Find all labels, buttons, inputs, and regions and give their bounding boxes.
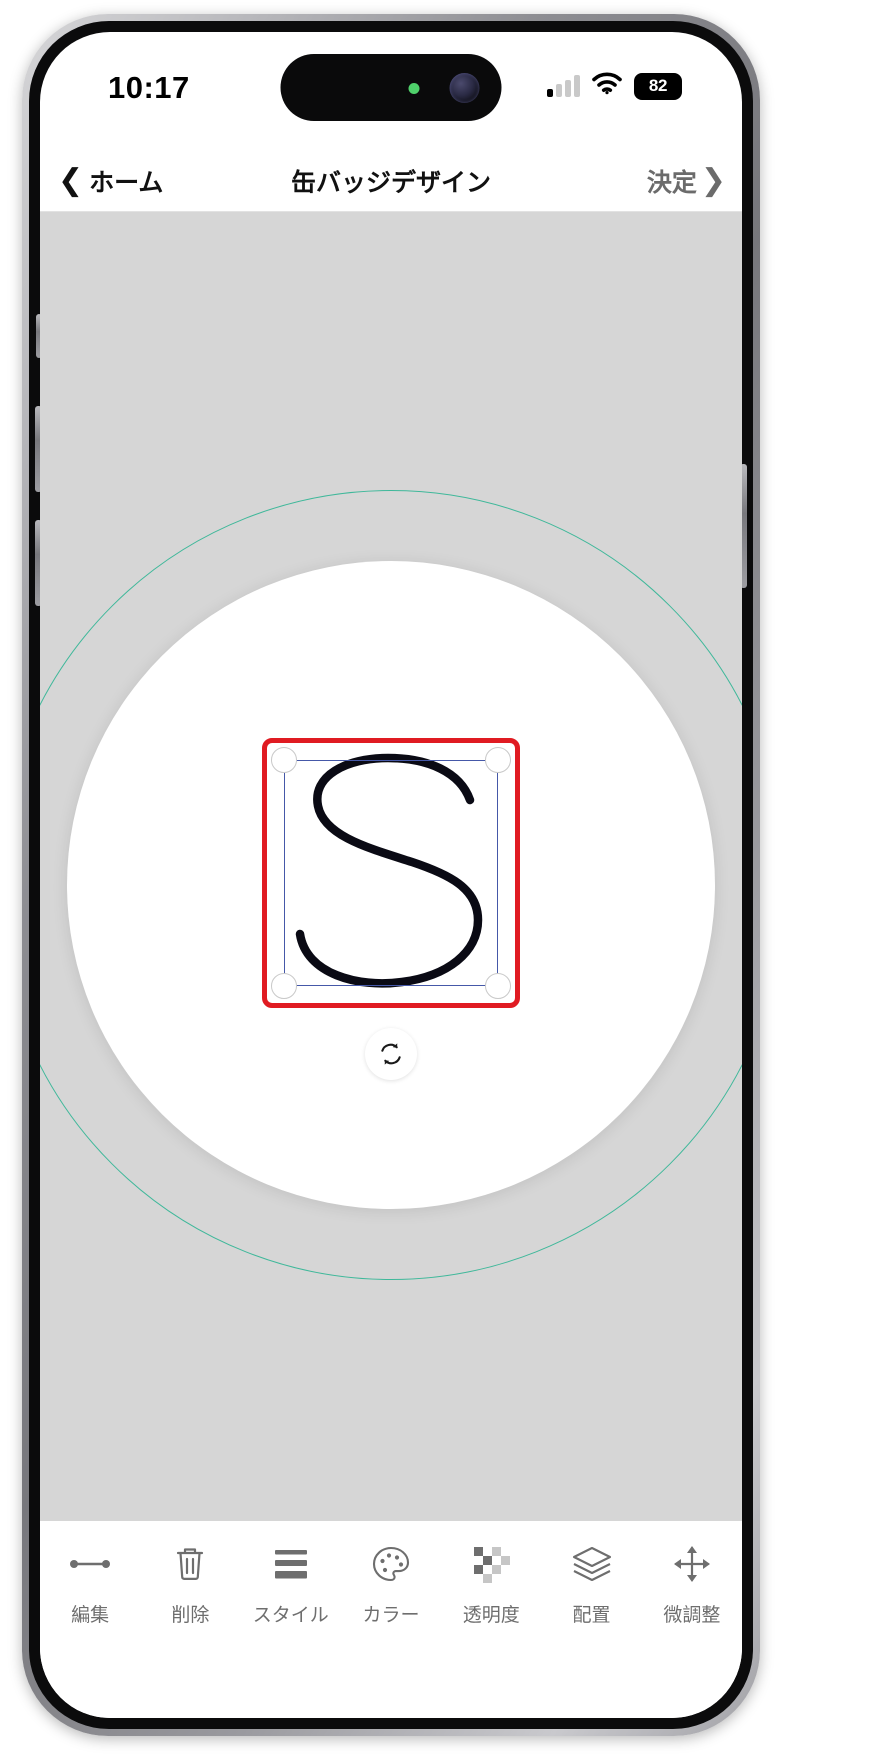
tool-color[interactable]: カラー (341, 1541, 441, 1627)
palette-icon (368, 1541, 414, 1587)
tool-fine-adjust[interactable]: 微調整 (642, 1541, 742, 1627)
line-edit-icon (67, 1541, 113, 1587)
style-lines-icon (268, 1541, 314, 1587)
status-time: 10:17 (108, 70, 190, 105)
trash-icon (167, 1541, 213, 1587)
transparency-checker-icon (468, 1541, 514, 1587)
chevron-left-icon: ❮ (58, 163, 84, 197)
navigation-bar: ❮ ホーム 缶バッジデザイン 決定 ❯ (40, 150, 742, 212)
selected-object[interactable] (262, 737, 520, 1080)
tool-style[interactable]: スタイル (241, 1541, 341, 1627)
cellular-signal-icon (547, 75, 580, 97)
bottom-toolbar: 編集 削除 スタイル カラー 透明度 配置 微調整 (40, 1521, 742, 1718)
tool-style-label: スタイル (252, 1605, 329, 1626)
chevron-right-icon: ❯ (700, 163, 726, 197)
back-button[interactable]: ❮ ホーム (58, 163, 163, 199)
design-canvas[interactable] (40, 212, 742, 1557)
resize-handle-top-right[interactable] (485, 746, 511, 773)
tool-color-label: カラー (362, 1605, 420, 1626)
layers-icon (569, 1541, 615, 1587)
resize-handle-top-left[interactable] (271, 746, 297, 773)
phone-bezel: 10:17 82 ❮ ホーム 缶バッジデザイン 決定 ❯ 編集 削除 スタイル … (29, 21, 753, 1729)
phone-frame: 10:17 82 ❮ ホーム 缶バッジデザイン 決定 ❯ 編集 削除 スタイル … (22, 14, 760, 1736)
status-icons: 82 (547, 72, 682, 100)
tool-delete[interactable]: 削除 (140, 1541, 240, 1627)
tool-fine-adjust-label: 微調整 (663, 1605, 721, 1626)
back-button-label: ホーム (89, 168, 164, 197)
front-camera-icon (449, 73, 480, 103)
wifi-icon (592, 72, 622, 100)
done-button[interactable]: 決定 ❯ (647, 163, 726, 199)
battery-icon: 82 (634, 72, 682, 100)
resize-handle-bottom-left[interactable] (271, 972, 297, 999)
move-arrows-icon (669, 1541, 715, 1587)
dynamic-island (280, 54, 502, 121)
rotate-icon (381, 1042, 401, 1065)
resize-handle-bottom-right[interactable] (485, 972, 511, 999)
tool-delete-label: 削除 (171, 1605, 210, 1626)
done-button-label: 決定 (646, 168, 697, 197)
rotate-handle[interactable] (365, 1027, 417, 1080)
tool-transparency[interactable]: 透明度 (441, 1541, 541, 1627)
phone-screen: 10:17 82 ❮ ホーム 缶バッジデザイン 決定 ❯ 編集 削除 スタイル … (40, 32, 742, 1718)
tool-arrange[interactable]: 配置 (541, 1541, 641, 1627)
tool-edit[interactable]: 編集 (40, 1541, 140, 1627)
tool-transparency-label: 透明度 (462, 1605, 520, 1626)
tool-arrange-label: 配置 (572, 1605, 611, 1626)
selection-outer-frame (262, 737, 520, 1008)
tool-edit-label: 編集 (71, 1605, 110, 1626)
sensor-indicator-dot (408, 83, 420, 94)
page-title: 缶バッジデザイン (290, 168, 492, 197)
status-bar: 10:17 82 (40, 32, 742, 150)
